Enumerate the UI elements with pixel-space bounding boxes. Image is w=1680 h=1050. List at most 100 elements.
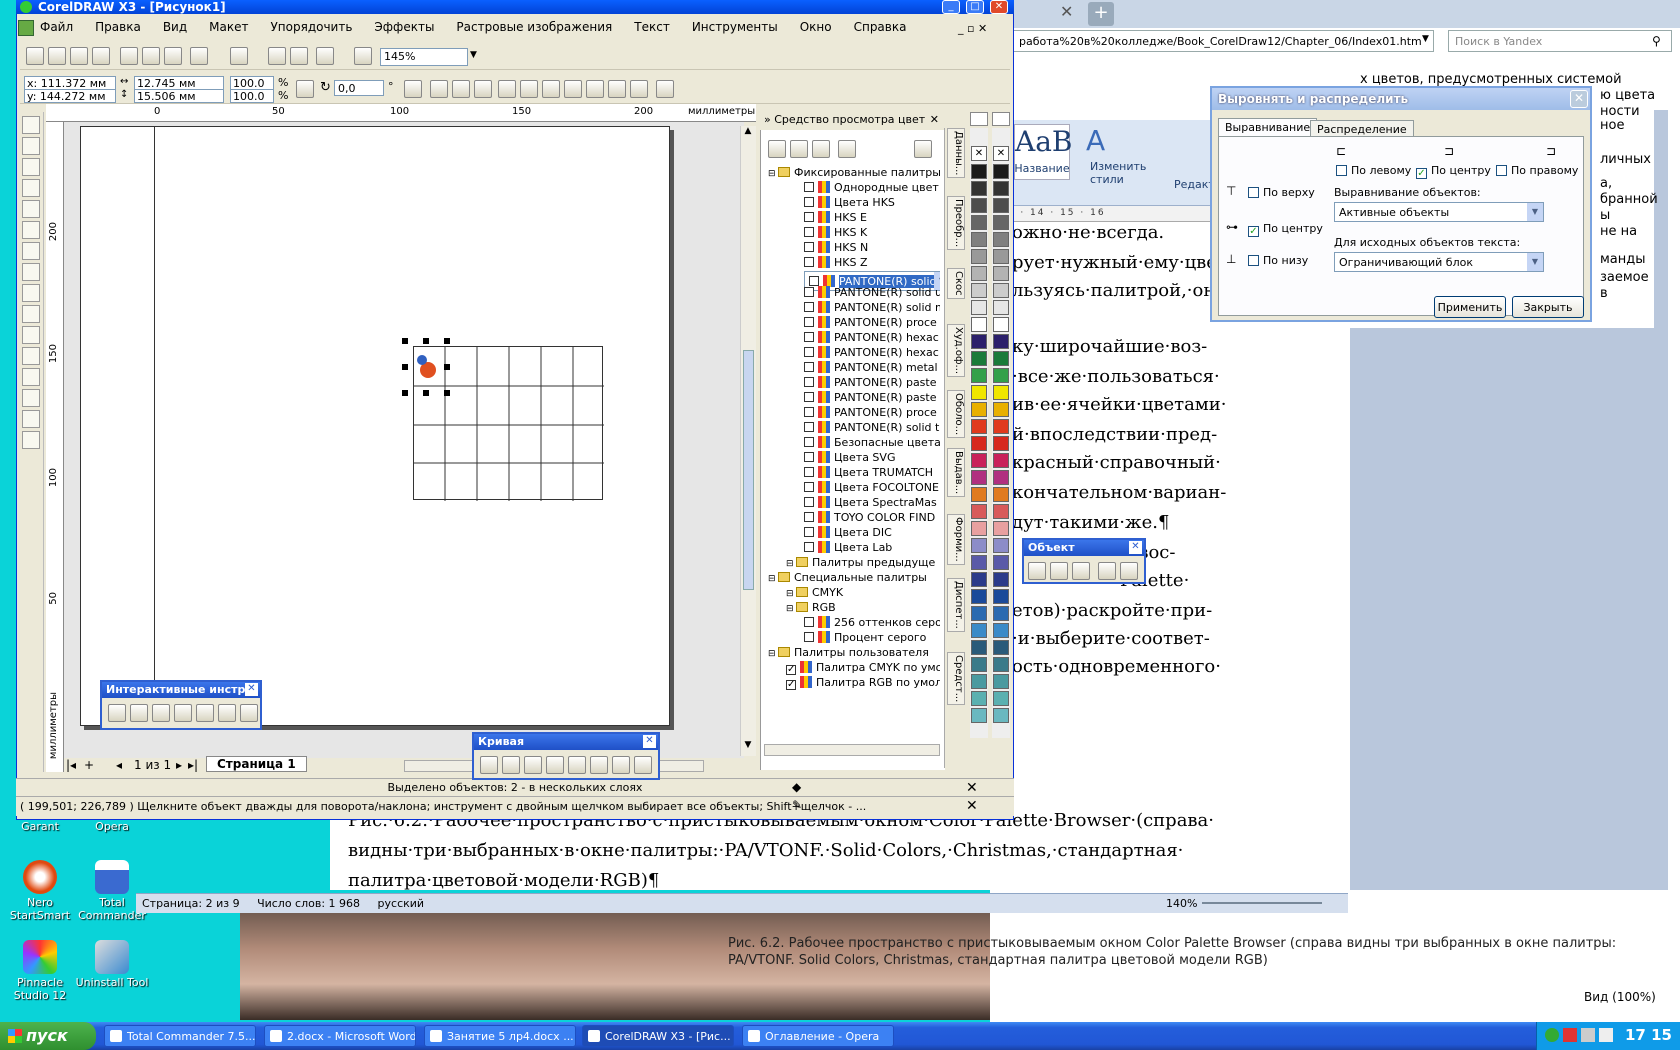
back-minus-front-icon[interactable] — [630, 80, 648, 98]
color-swatch[interactable] — [993, 674, 1009, 689]
palette-checkbox[interactable] — [804, 392, 814, 402]
menu-item[interactable]: Эффекты — [374, 20, 434, 34]
docker-tab[interactable]: Выдав... — [947, 448, 965, 498]
status-page-count[interactable]: Страница: 2 из 9 — [142, 897, 240, 910]
color-swatch[interactable] — [993, 181, 1009, 196]
new-palette-icon[interactable] — [768, 140, 786, 158]
front-minus-back-icon[interactable] — [608, 80, 626, 98]
tray-icon[interactable] — [1563, 1028, 1577, 1042]
desktop-icon-uninstall-tool[interactable]: Uninstall Tool — [72, 940, 152, 989]
docker-tab[interactable]: Оболо... — [947, 390, 965, 439]
docker-tab[interactable]: Средст... — [947, 652, 965, 706]
palette-checkbox[interactable] — [809, 276, 819, 286]
menu-item[interactable]: Правка — [95, 20, 141, 34]
color-swatch[interactable] — [993, 232, 1009, 247]
tree-palette-item[interactable]: Цвета TRUMATCH — [804, 466, 933, 482]
menu-item[interactable]: Макет — [209, 20, 248, 34]
color-swatch[interactable] — [993, 657, 1009, 672]
desktop-icon-opera[interactable]: Opera — [72, 820, 152, 833]
tree-palette-item[interactable]: TOYO COLOR FIND — [804, 511, 935, 527]
zoom-tool-icon[interactable] — [22, 179, 40, 197]
status-word-count[interactable]: Число слов: 1 968 — [257, 897, 360, 910]
color-swatch[interactable] — [971, 283, 987, 298]
next-page-icon[interactable]: ▸ — [176, 758, 182, 772]
palette-checkbox[interactable] — [804, 212, 814, 222]
palette-checkbox[interactable] — [804, 377, 814, 387]
ellipse-tool-icon[interactable] — [22, 263, 40, 281]
group-icon[interactable] — [430, 80, 448, 98]
palette-checkbox[interactable] — [804, 347, 814, 357]
selection-box[interactable] — [402, 338, 450, 396]
complex-star-icon[interactable] — [1072, 562, 1090, 580]
no-color-swatch[interactable]: ✕ — [971, 146, 987, 161]
start-button[interactable]: пуск — [0, 1022, 96, 1050]
color-swatch[interactable] — [971, 368, 987, 383]
tree-palette-item[interactable]: Процент серого — [804, 631, 926, 647]
drop-shadow-tool-icon[interactable] — [174, 704, 192, 722]
color-swatch[interactable] — [993, 351, 1009, 366]
color-swatch[interactable] — [993, 300, 1009, 315]
tree-palette-item[interactable]: Цвета SpectraMas — [804, 496, 937, 512]
bezier-tool-icon[interactable] — [502, 756, 520, 774]
tree-palette-item[interactable]: PANTONE(R) hexac — [804, 346, 939, 362]
color-swatch[interactable] — [993, 708, 1009, 723]
menu-item[interactable]: Текст — [634, 20, 670, 34]
palette-checkbox[interactable] — [804, 332, 814, 342]
cut-icon[interactable] — [120, 47, 138, 65]
simplify-icon[interactable] — [586, 80, 604, 98]
color-swatch[interactable] — [971, 215, 987, 230]
palette-checkbox[interactable] — [804, 482, 814, 492]
status-zoom[interactable]: 140% — [1166, 897, 1197, 910]
palette-checkbox[interactable] — [804, 302, 814, 312]
color-swatch[interactable] — [971, 606, 987, 621]
mirror-icon[interactable] — [404, 80, 422, 98]
add-page-icon[interactable]: + — [84, 758, 94, 772]
color-swatch[interactable] — [971, 589, 987, 604]
pick-tool-icon[interactable] — [22, 116, 40, 134]
eyedropper-tool-icon[interactable] — [22, 368, 40, 386]
freehand-tool-icon[interactable] — [22, 200, 40, 218]
color-swatch[interactable] — [993, 521, 1009, 536]
3point-curve-icon[interactable] — [590, 756, 608, 774]
color-swatch[interactable] — [993, 453, 1009, 468]
new-tab-button[interactable]: + — [1088, 2, 1114, 26]
docker-tab[interactable]: Данны... — [947, 128, 965, 179]
text-tool-icon[interactable] — [22, 326, 40, 344]
palette-checkbox[interactable] — [804, 227, 814, 237]
color-swatch[interactable] — [993, 504, 1009, 519]
palette-checkbox[interactable] — [804, 437, 814, 447]
menu-item[interactable]: Растровые изображения — [456, 20, 612, 34]
align-center-v-checkbox[interactable]: ✓ По центру — [1248, 222, 1323, 237]
color-swatch[interactable] — [971, 538, 987, 553]
palette-checkbox[interactable] — [804, 542, 814, 552]
y-position-field[interactable]: y: 144.272 мм — [24, 89, 116, 103]
desktop-icon-pinnacle[interactable]: Pinnacle Studio 12 — [0, 940, 80, 1002]
interactive-tool-icon[interactable] — [22, 347, 40, 365]
dimension-tool-icon[interactable] — [634, 756, 652, 774]
palette-checkbox[interactable] — [804, 257, 814, 267]
no-color-swatch[interactable]: ✕ — [993, 146, 1009, 161]
color-swatch[interactable] — [971, 623, 987, 638]
palette-checkbox[interactable] — [786, 665, 796, 675]
align-right-checkbox[interactable]: По правому — [1496, 164, 1578, 177]
docker-hscrollbar[interactable] — [764, 744, 940, 756]
width-field[interactable]: 12.745 мм — [134, 76, 224, 90]
color-swatch[interactable] — [993, 436, 1009, 451]
star-tool-icon[interactable] — [1050, 562, 1068, 580]
scroll-up-icon[interactable]: ▲ — [741, 126, 755, 136]
color-swatch[interactable] — [971, 453, 987, 468]
address-dropdown-icon[interactable]: ▼ — [1422, 34, 1429, 44]
color-swatch[interactable] — [993, 606, 1009, 621]
vertical-scrollbar[interactable]: ▲ ▼ — [740, 126, 756, 756]
color-swatch[interactable] — [993, 334, 1009, 349]
clock[interactable]: 17 15 — [1625, 1026, 1672, 1044]
polygon-tool-icon[interactable] — [1028, 562, 1046, 580]
color-swatch[interactable] — [971, 385, 987, 400]
redo-icon[interactable] — [230, 47, 248, 65]
tree-palette-item[interactable]: 256 оттенков серо — [804, 616, 940, 632]
color-swatch[interactable] — [971, 691, 987, 706]
docker-collapse-icon[interactable]: » — [764, 113, 771, 126]
palette-checkbox[interactable] — [804, 317, 814, 327]
edit-palette-icon[interactable] — [812, 140, 830, 158]
trim-icon[interactable] — [542, 80, 560, 98]
